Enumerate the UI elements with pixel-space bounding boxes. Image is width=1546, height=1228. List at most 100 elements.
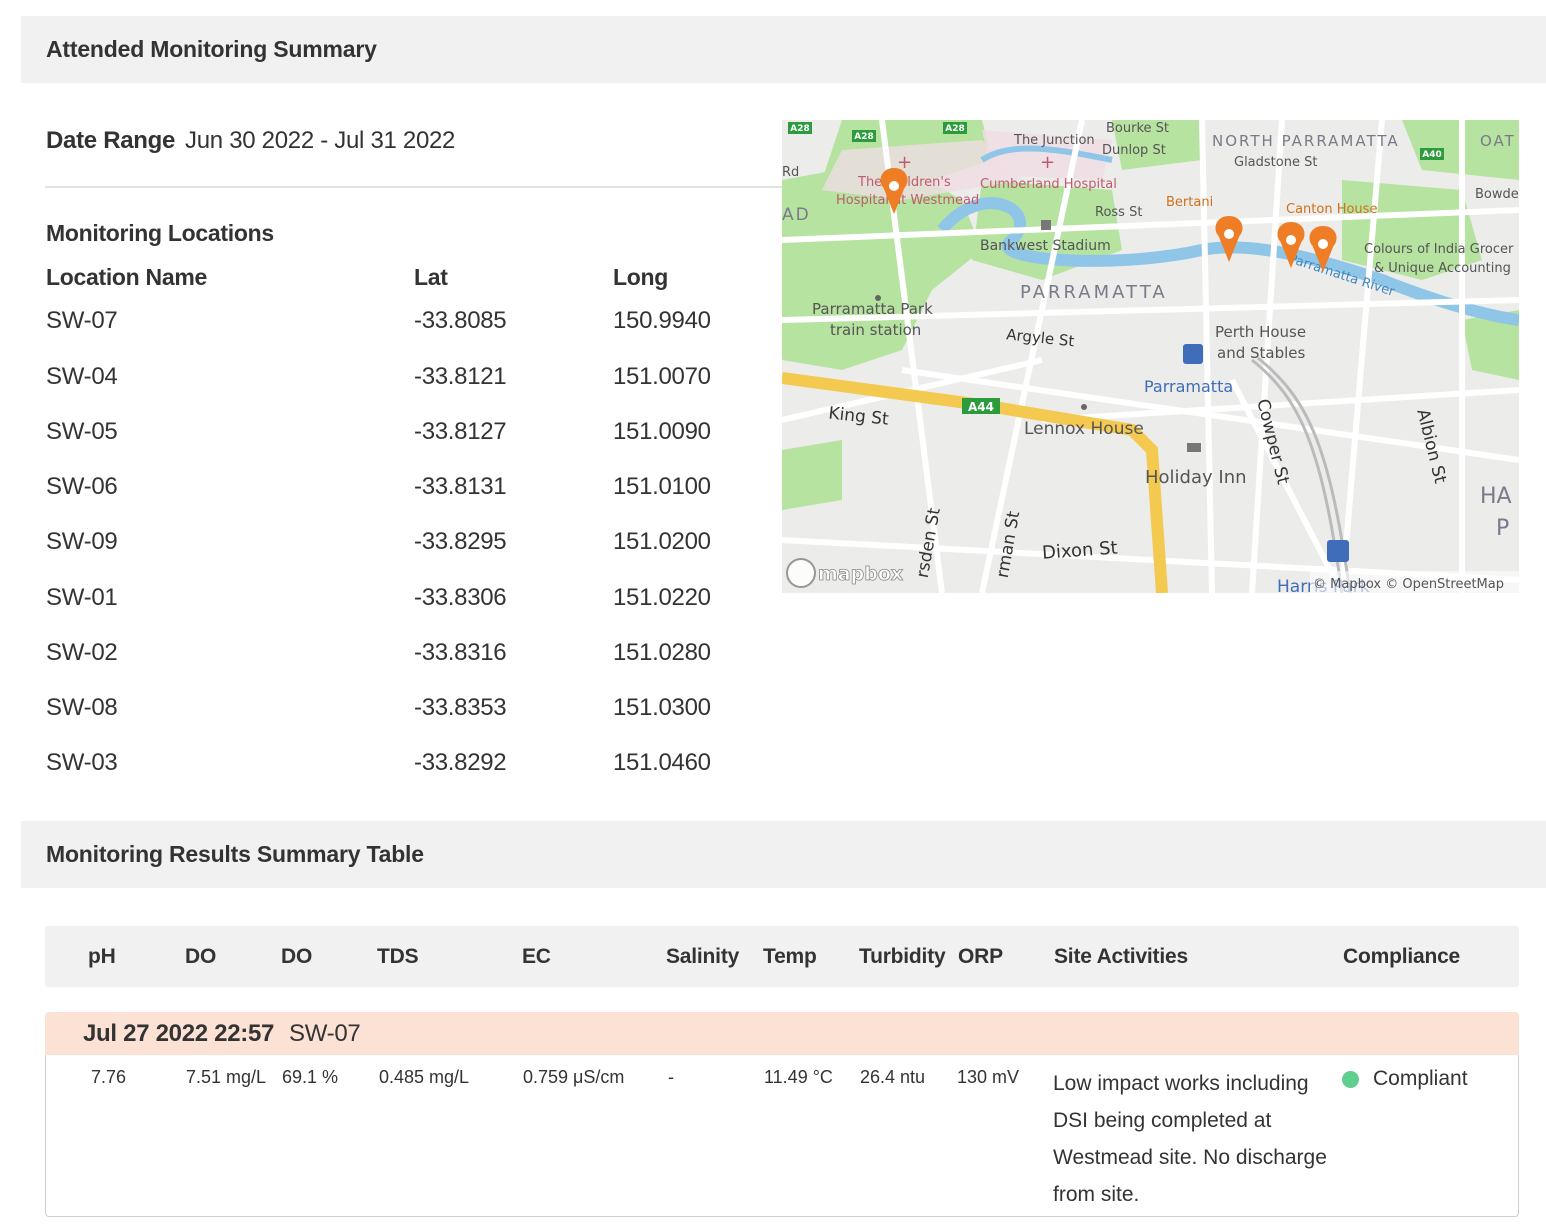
- mapbox-logo[interactable]: mapbox: [786, 558, 904, 588]
- col-location-name: Location Name: [46, 264, 207, 290]
- location-long: 151.0090: [613, 418, 711, 445]
- location-long: 151.0100: [613, 473, 711, 500]
- map-suburb-label: P: [1496, 516, 1509, 541]
- location-lat: -33.8316: [414, 639, 507, 666]
- results-header: Monitoring Results Summary Table: [21, 821, 1546, 888]
- location-row: SW-04 -33.8121 151.0070: [0, 363, 780, 393]
- map-suburb-label: OAT: [1480, 132, 1516, 150]
- cell-turbidity: 26.4 ntu: [860, 1067, 926, 1087]
- location-row: SW-02 -33.8316 151.0280: [0, 639, 780, 669]
- table-row: 7.76 7.51 mg/L 69.1 % 0.485 mg/L 0.759 μ…: [45, 1055, 1519, 1217]
- cell-site-activities: Low impact works including DSI being com…: [1053, 1072, 1327, 1206]
- location-name: SW-05: [46, 418, 118, 445]
- date-range-label: Date Range: [46, 127, 176, 154]
- map-label: Ross St: [1095, 205, 1142, 220]
- map-poi-label: Perth House: [1215, 323, 1306, 341]
- location-long: 151.0300: [613, 694, 711, 721]
- poi-dot-icon: [875, 295, 881, 301]
- location-lat: -33.8306: [414, 584, 507, 611]
- map-poi-label: Bankwest Stadium: [980, 238, 1111, 254]
- cell-orp: 130 mV: [957, 1067, 1020, 1087]
- locations-title: Monitoring Locations: [46, 220, 274, 246]
- result-site: SW-07: [289, 1020, 361, 1047]
- location-lat: -33.8121: [414, 363, 507, 390]
- cell-compliance: Compliant: [1342, 1067, 1468, 1091]
- date-range-value: Jun 30 2022 - Jul 31 2022: [185, 127, 456, 154]
- map-poi-label: Bertani: [1166, 195, 1213, 210]
- map-label: Bowde: [1475, 187, 1519, 202]
- map-poi-label: train station: [830, 321, 921, 339]
- road-shield: A28: [943, 122, 967, 134]
- location-name: SW-03: [46, 749, 118, 776]
- monitoring-map[interactable]: A28 A28 A28 A40 A44 The Junction Bourke …: [782, 120, 1519, 593]
- map-label: Gladstone St: [1234, 155, 1317, 170]
- mapbox-logo-text: mapbox: [818, 563, 903, 585]
- map-poi-label: Holiday Inn: [1145, 467, 1247, 488]
- location-lat: -33.8295: [414, 528, 507, 555]
- col-temp: Temp: [763, 945, 817, 968]
- compliance-status: Compliant: [1373, 1067, 1468, 1090]
- location-name: SW-09: [46, 528, 118, 555]
- col-site-activities: Site Activities: [1054, 945, 1188, 968]
- status-dot-icon: [1342, 1070, 1359, 1088]
- col-long: Long: [613, 264, 668, 290]
- train-station-icon: [1183, 344, 1203, 364]
- location-name: SW-08: [46, 694, 118, 721]
- date-range: Date Range Jun 30 2022 - Jul 31 2022: [46, 127, 455, 155]
- map-suburb-label: PARRAMATTA: [1020, 282, 1168, 303]
- location-row: SW-08 -33.8353 151.0300: [0, 694, 780, 724]
- col-ph: pH: [88, 945, 116, 968]
- divider: [45, 186, 782, 188]
- result-group-header[interactable]: Jul 27 2022 22:57 SW-07: [45, 1012, 1519, 1055]
- road-shield: A40: [1420, 148, 1444, 160]
- col-compliance: Compliance: [1343, 945, 1461, 968]
- map-poi-label: and Stables: [1217, 344, 1306, 362]
- map-suburb-label: HA: [1480, 484, 1512, 509]
- cell-tds: 0.485 mg/L: [379, 1067, 470, 1087]
- map-suburb-label: NORTH PARRAMATTA: [1212, 132, 1400, 150]
- location-lat: -33.8127: [414, 418, 507, 445]
- location-lat: -33.8131: [414, 473, 507, 500]
- location-lat: -33.8292: [414, 749, 507, 776]
- col-tds: TDS: [377, 945, 419, 968]
- location-lat: -33.8353: [414, 694, 507, 721]
- result-datetime: Jul 27 2022 22:57: [83, 1020, 275, 1047]
- location-name: SW-06: [46, 473, 118, 500]
- svg-text:A28: A28: [945, 124, 965, 134]
- svg-text:A28: A28: [790, 124, 810, 134]
- cell-temp: 11.49 °C: [764, 1067, 833, 1087]
- col-orp: ORP: [958, 945, 1003, 968]
- col-do-pct: DO: [281, 945, 313, 968]
- map-poi-label: Parramatta Park: [812, 300, 933, 318]
- poi-dot-icon: [1081, 404, 1087, 410]
- road-shield: A28: [852, 130, 876, 142]
- map-label: Dunlop St: [1102, 143, 1166, 158]
- location-long: 151.0280: [613, 639, 711, 666]
- map-label: Rd: [782, 165, 799, 180]
- road-shield: A44: [962, 398, 1000, 414]
- map-label: The Junction: [1013, 133, 1095, 148]
- location-long: 151.0220: [613, 584, 711, 611]
- map-attribution[interactable]: © Mapbox © OpenStreetMap: [1313, 577, 1504, 592]
- map-poi-label: Cumberland Hospital: [980, 177, 1117, 192]
- location-name: SW-02: [46, 639, 118, 666]
- results-table-header: pH DO DO TDS EC Salinity Temp Turbidity …: [45, 926, 1519, 987]
- hotel-icon: [1187, 443, 1201, 452]
- map-poi-label: Canton House: [1286, 202, 1377, 217]
- col-turbidity: Turbidity: [859, 945, 946, 968]
- map-station-label: Parramatta: [1144, 377, 1233, 396]
- train-station-icon: [1327, 540, 1349, 562]
- cell-do-pct: 69.1 %: [282, 1067, 339, 1087]
- cell-salinity: -: [668, 1067, 674, 1087]
- map-label: Bourke St: [1106, 121, 1169, 136]
- stadium-icon: [1041, 220, 1051, 230]
- location-row: SW-05 -33.8127 151.0090: [0, 418, 780, 448]
- location-name: SW-07: [46, 307, 118, 334]
- location-row: SW-07 -33.8085 150.9940: [0, 307, 780, 337]
- location-long: 151.0200: [613, 528, 711, 555]
- road-shield: A28: [788, 122, 812, 134]
- col-salinity: Salinity: [666, 945, 740, 968]
- hospital-icon: +: [1040, 152, 1055, 173]
- location-long: 151.0070: [613, 363, 711, 390]
- location-name: SW-04: [46, 363, 118, 390]
